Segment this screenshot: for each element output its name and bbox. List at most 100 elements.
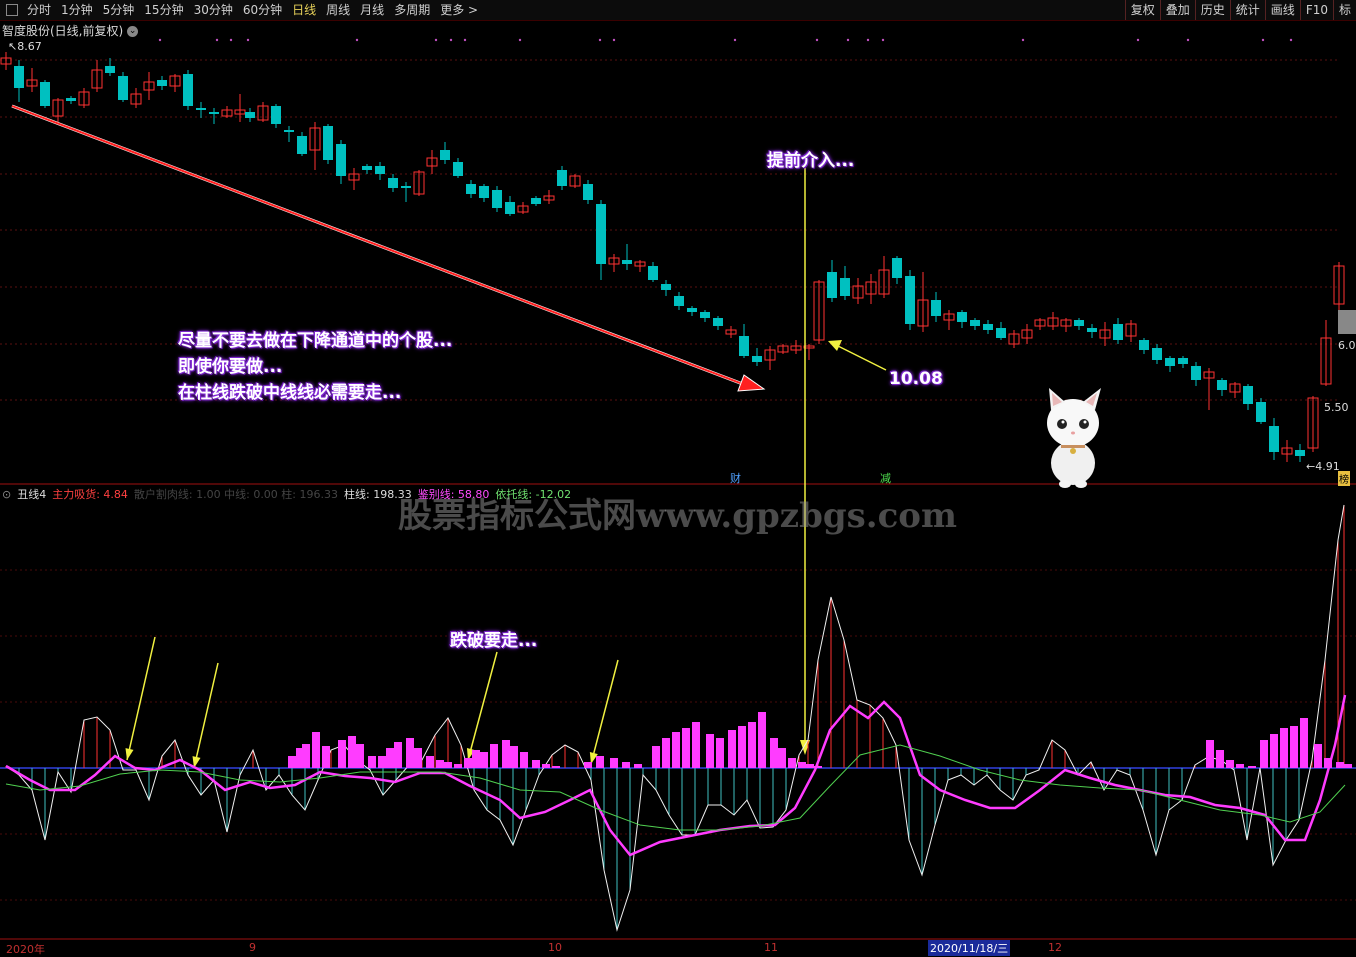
ind-column-29 xyxy=(596,756,604,768)
trend-arrowhead xyxy=(737,374,766,392)
watermark: 股票指标公式网www.gpzbgs.com xyxy=(398,496,957,536)
event-dot-0 xyxy=(158,38,162,42)
ind-column-23 xyxy=(510,746,518,768)
ind-column-8 xyxy=(368,756,376,768)
cai-marker[interactable]: 财 xyxy=(730,470,741,486)
candle-body-76 xyxy=(983,324,993,330)
candle-body-9 xyxy=(118,76,128,100)
candle-body-50 xyxy=(648,266,658,280)
candle-body-22 xyxy=(284,130,294,132)
indicator-name[interactable]: 丑线4 xyxy=(17,488,46,501)
candle-body-29 xyxy=(375,166,385,174)
event-dot-3 xyxy=(246,38,250,42)
candle-body-45 xyxy=(583,184,593,200)
ind-column-30 xyxy=(610,758,618,768)
ind-column-16 xyxy=(444,762,452,768)
ind-column-50 xyxy=(1206,740,1214,768)
event-dot-14 xyxy=(866,38,870,42)
event-dot-5 xyxy=(434,38,438,42)
event-dot-18 xyxy=(1186,38,1190,42)
ind-column-12 xyxy=(406,738,414,768)
candle-body-90 xyxy=(1165,358,1175,366)
ind-column-24 xyxy=(520,752,528,768)
break-arrow-line-2 xyxy=(467,651,498,761)
candle-body-77 xyxy=(996,328,1006,338)
event-dot-2 xyxy=(229,38,233,42)
candle-body-30 xyxy=(388,178,398,188)
ind-column-48 xyxy=(806,764,814,768)
ind-column-57 xyxy=(1280,728,1288,768)
price-scroll-marker[interactable] xyxy=(1338,310,1356,334)
ind-column-28 xyxy=(584,762,592,768)
candle-body-70 xyxy=(905,276,915,324)
indicator-main: 主力吸货: 4.84 xyxy=(52,488,128,501)
candle-body-83 xyxy=(1074,320,1084,326)
candle-body-28 xyxy=(362,166,372,170)
candle-body-97 xyxy=(1256,402,1266,422)
candle-body-36 xyxy=(466,184,476,194)
break-arrow-line-3 xyxy=(590,659,619,765)
event-dot-10 xyxy=(612,38,616,42)
candle-body-43 xyxy=(557,170,567,186)
ind-column-44 xyxy=(770,738,778,768)
ind-column-60 xyxy=(1314,744,1322,768)
event-dot-8 xyxy=(518,38,522,42)
ind-column-4 xyxy=(322,746,330,768)
annotation-line-3: 在柱线跌破中线线必需要走... xyxy=(178,383,402,403)
ind-column-52 xyxy=(1226,760,1234,768)
candle-body-37 xyxy=(479,186,489,198)
cursor-date: 2020/11/18/三 xyxy=(928,940,1011,956)
annotation-break: 跌破要走... xyxy=(450,631,538,651)
candle-body-53 xyxy=(687,308,697,312)
candle-body-38 xyxy=(492,190,502,208)
ind-column-33 xyxy=(652,746,660,768)
candle-body-19 xyxy=(245,112,255,118)
ind-column-53 xyxy=(1236,764,1244,768)
event-dot-4 xyxy=(355,38,359,42)
event-dot-20 xyxy=(1289,38,1293,42)
ind-column-3 xyxy=(312,732,320,768)
ind-column-31 xyxy=(622,762,630,768)
candle-body-64 xyxy=(827,272,837,298)
ind-column-14 xyxy=(426,756,434,768)
candle-body-35 xyxy=(453,162,463,176)
ind-column-38 xyxy=(706,734,714,768)
break-arrow-line-0 xyxy=(126,636,156,761)
candle-body-51 xyxy=(661,284,671,290)
candle-body-39 xyxy=(505,202,515,214)
ind-column-37 xyxy=(692,722,700,768)
low-price-label: ←4.91 xyxy=(1306,460,1340,473)
date-2020: 2020年 xyxy=(6,943,45,956)
ind-column-46 xyxy=(788,758,796,768)
annotation-line-1: 尽量不要去做在下降通道中的个股... xyxy=(178,331,453,351)
ind-column-20 xyxy=(480,752,488,768)
ind-column-62 xyxy=(1336,762,1344,768)
price-arrowhead xyxy=(828,340,842,351)
ind-column-21 xyxy=(490,744,498,768)
candle-body-55 xyxy=(713,318,723,326)
ind-column-5 xyxy=(338,740,346,768)
ind-column-32 xyxy=(634,764,642,768)
candle-body-52 xyxy=(674,296,684,306)
ind-column-51 xyxy=(1216,750,1224,768)
ind-column-35 xyxy=(672,732,680,768)
price-axis-label-1: 6.0 xyxy=(1338,339,1356,352)
candle-body-5 xyxy=(66,98,76,101)
jian-marker[interactable]: 减 xyxy=(880,470,891,486)
candle-body-98 xyxy=(1269,426,1279,452)
candle-body-57 xyxy=(739,336,749,356)
candle-body-46 xyxy=(596,204,606,264)
date-month-10: 10 xyxy=(548,941,562,954)
date-month-11: 11 xyxy=(764,941,778,954)
indicator-settings-icon[interactable]: ⊙ xyxy=(2,488,11,501)
candle-body-15 xyxy=(196,108,206,110)
ind-column-25 xyxy=(532,760,540,768)
candle-body-25 xyxy=(323,126,333,160)
event-dot-19 xyxy=(1261,38,1265,42)
date-month-12: 12 xyxy=(1048,941,1062,954)
bang-marker[interactable]: 榜 xyxy=(1338,471,1350,486)
ind-column-22 xyxy=(502,740,510,768)
indicator-faded: 散户割肉线: 1.00 中线: 0.00 柱: 196.33 xyxy=(133,488,338,501)
ind-column-6 xyxy=(348,736,356,768)
candle-body-94 xyxy=(1217,380,1227,390)
